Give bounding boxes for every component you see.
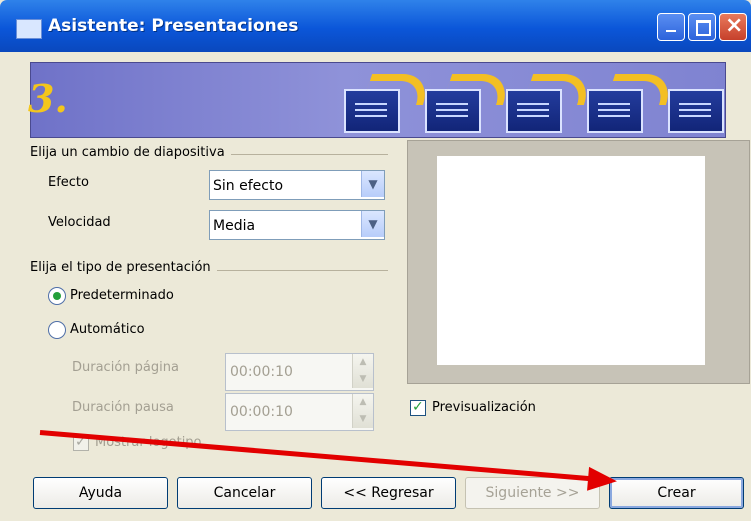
window-title: Asistente: Presentaciones [48,16,299,36]
pause-duration-value: 00:00:10 [230,404,293,420]
app-icon [16,19,42,39]
slide-preview [437,156,705,365]
speed-value: Media [213,218,256,234]
maximize-button[interactable] [688,13,716,41]
pause-duration-stepper[interactable]: ▲ ▼ [352,394,373,428]
step-number: 3. [28,76,68,121]
automatic-radio[interactable] [48,321,66,339]
chevron-up-icon[interactable]: ▲ [353,394,373,411]
effect-select[interactable]: Sin efecto ▼ [209,170,385,200]
pause-duration-label: Duración pausa [72,400,174,415]
chevron-down-icon[interactable]: ▼ [353,411,373,428]
page-duration-label: Duración página [72,360,179,375]
cancel-button[interactable]: Cancelar [177,477,312,509]
close-button[interactable]: × [719,13,747,41]
page-duration-value: 00:00:10 [230,364,293,380]
speed-select[interactable]: Media ▼ [209,210,385,240]
preview-checkbox-label[interactable]: Previsualización [432,400,536,415]
slide-icon [668,89,724,133]
automatic-radio-label[interactable]: Automático [70,322,145,337]
effect-label: Efecto [48,175,89,190]
maximize-icon [696,20,711,36]
help-button[interactable]: Ayuda [33,477,168,509]
presentation-type-group-title: Elija el tipo de presentación [30,260,217,275]
default-radio-label[interactable]: Predeterminado [70,288,174,303]
preview-checkbox[interactable] [410,399,426,416]
annotation-arrow-line [39,430,604,483]
pause-duration-spinbox[interactable]: 00:00:10 ▲ ▼ [225,393,374,431]
chevron-down-icon[interactable]: ▼ [353,371,373,388]
arrow-right-icon [587,466,618,494]
page-duration-spinbox[interactable]: 00:00:10 ▲ ▼ [225,353,374,391]
chevron-down-icon[interactable]: ▼ [361,211,384,237]
create-button[interactable]: Crear [609,477,744,509]
speed-label: Velocidad [48,215,111,230]
back-button[interactable]: << Regresar [321,477,456,509]
minimize-icon [666,30,676,32]
page-duration-stepper[interactable]: ▲ ▼ [352,354,373,388]
default-radio[interactable] [48,287,66,305]
transition-group-title: Elija un cambio de diapositiva [30,145,231,160]
close-icon: × [725,13,744,38]
chevron-down-icon[interactable]: ▼ [361,171,384,197]
minimize-button[interactable] [657,13,685,41]
next-button[interactable]: Siguiente >> [465,477,600,509]
effect-value: Sin efecto [213,178,284,194]
chevron-up-icon[interactable]: ▲ [353,354,373,371]
